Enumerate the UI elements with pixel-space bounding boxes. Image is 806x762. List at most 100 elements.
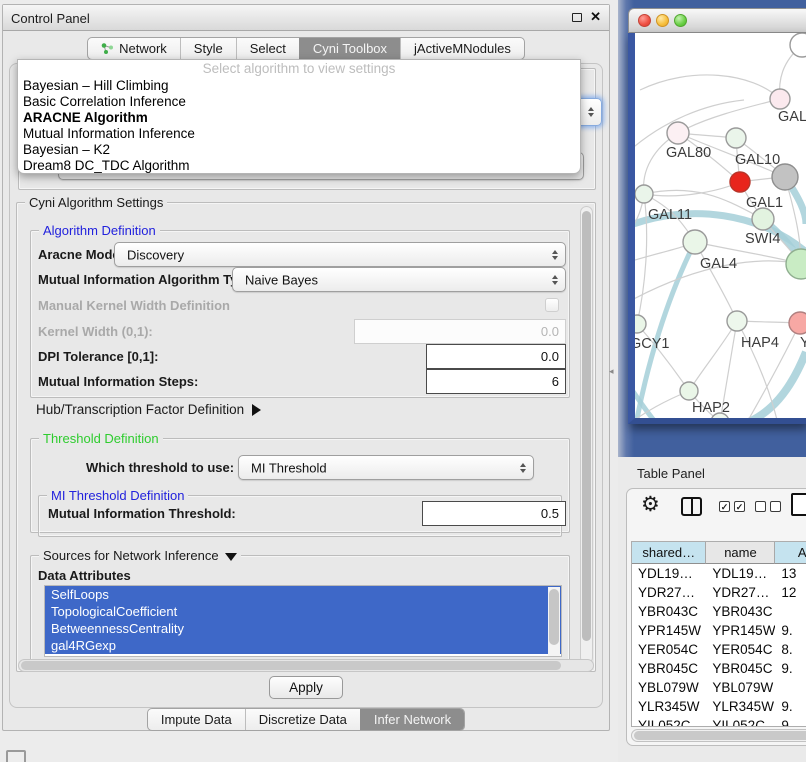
- gray-edge[interactable]: [644, 182, 740, 196]
- kernel-width-field[interactable]: 0.0: [354, 319, 566, 344]
- table-row[interactable]: YER054CYER054C8.: [632, 640, 806, 659]
- hub-expander[interactable]: Hub/Transcription Factor Definition: [36, 403, 261, 417]
- network-node[interactable]: [790, 33, 806, 57]
- column-header-a[interactable]: A: [775, 542, 806, 564]
- node-label-gal11: GAL11: [648, 207, 692, 223]
- tab-impute-data[interactable]: Impute Data: [148, 709, 245, 730]
- table-cell: YPR145W: [706, 621, 775, 640]
- tab-infer-network[interactable]: Infer Network: [360, 709, 464, 730]
- deselect-all-icon[interactable]: [755, 501, 781, 512]
- tab-style[interactable]: Style: [180, 38, 236, 59]
- algorithm-option-mutual-information-inference[interactable]: Mutual Information Inference: [18, 126, 580, 142]
- algorithm-option-dream8-dc-tdc-algorithm[interactable]: Dream8 DC_TDC Algorithm: [18, 158, 580, 174]
- algorithm-option-bayesian-hill-climbing[interactable]: Bayesian – Hill Climbing: [18, 78, 580, 94]
- network-window-titlebar[interactable]: [628, 8, 806, 33]
- mac-zoom-button[interactable]: [674, 14, 687, 27]
- tab-network[interactable]: Network: [88, 38, 180, 59]
- aracne-mode-combo[interactable]: Discovery: [114, 242, 566, 267]
- attribute-item-betweennesscentrality[interactable]: BetweennessCentrality: [45, 620, 561, 637]
- network-node[interactable]: [726, 128, 746, 148]
- table-cell: 8.: [775, 640, 806, 659]
- table-horizontal-scrollbar[interactable]: [631, 729, 806, 742]
- network-node[interactable]: [786, 249, 806, 279]
- which-threshold-value: MI Threshold: [251, 460, 327, 475]
- float-window-icon[interactable]: [572, 13, 582, 22]
- mac-minimize-button[interactable]: [656, 14, 669, 27]
- network-node[interactable]: [730, 172, 750, 192]
- dpi-tolerance-label: DPI Tolerance [0,1]:: [38, 350, 158, 364]
- tab-cyni-toolbox[interactable]: Cyni Toolbox: [299, 38, 400, 59]
- settings-vertical-scrollbar[interactable]: [580, 206, 593, 664]
- table-cell: YBR043C: [706, 602, 775, 621]
- table-row[interactable]: YIL052CYIL052C9.: [632, 716, 806, 727]
- manual-kernel-checkbox[interactable]: [545, 298, 559, 312]
- select-all-icon[interactable]: ✓✓: [719, 501, 745, 512]
- attribute-item-gal4rgexp[interactable]: gal4RGexp: [45, 637, 561, 654]
- network-node[interactable]: [680, 382, 698, 400]
- table-row[interactable]: YBR045CYBR045C9.: [632, 659, 806, 678]
- mac-close-button[interactable]: [638, 14, 651, 27]
- algorithm-option-bayesian-k2[interactable]: Bayesian – K2: [18, 142, 580, 158]
- teal-edge[interactable]: [744, 352, 806, 418]
- column-header-name[interactable]: name: [706, 542, 775, 564]
- document-icon[interactable]: [791, 493, 806, 516]
- which-threshold-combo[interactable]: MI Threshold: [238, 455, 534, 480]
- table-cell: YBR045C: [632, 659, 706, 678]
- network-node[interactable]: [667, 122, 689, 144]
- algorithm-option-aracne-algorithm[interactable]: ARACNE Algorithm: [18, 110, 580, 126]
- algorithm-option-basic-correlation-inference[interactable]: Basic Correlation Inference: [18, 94, 580, 110]
- tab-select[interactable]: Select: [236, 38, 299, 59]
- list-scrollbar[interactable]: [548, 587, 560, 657]
- popup-items: Bayesian – Hill ClimbingBasic Correlatio…: [18, 78, 580, 174]
- panel-splitter[interactable]: [610, 0, 618, 762]
- network-graph[interactable]: GALGAL80GAL10GAL1GAL11SWI4GAL4GCY1HAP4YH…: [635, 33, 806, 418]
- network-node[interactable]: [727, 311, 747, 331]
- table-row[interactable]: YPR145WYPR145W9.: [632, 621, 806, 640]
- network-node[interactable]: [789, 312, 806, 334]
- network-node[interactable]: [752, 208, 774, 230]
- threshold-definition-title: Threshold Definition: [39, 431, 163, 446]
- combo-stepper-icon: [588, 107, 594, 117]
- table-scrollbar-thumb[interactable]: [634, 731, 806, 740]
- gray-edge[interactable]: [640, 75, 780, 99]
- column-header-shared-[interactable]: shared…: [632, 542, 706, 564]
- tab-discretize-data[interactable]: Discretize Data: [245, 709, 360, 730]
- mi-threshold-group-title: MI Threshold Definition: [47, 488, 188, 503]
- sources-title[interactable]: Sources for Network Inference: [39, 548, 241, 563]
- close-icon[interactable]: ✕: [590, 9, 601, 25]
- minimized-panel-icon[interactable]: [6, 750, 26, 762]
- horizontal-scrollbar-thumb[interactable]: [21, 661, 561, 670]
- control-panel-titlebar: Control Panel ✕: [3, 5, 609, 31]
- apply-button[interactable]: Apply: [269, 676, 343, 699]
- table-row[interactable]: YBL079WYBL079W: [632, 678, 806, 697]
- vertical-scrollbar-thumb[interactable]: [582, 211, 591, 641]
- network-node[interactable]: [635, 315, 646, 333]
- dpi-tolerance-field[interactable]: 0.0: [426, 344, 566, 369]
- gray-edge[interactable]: [695, 242, 737, 321]
- mi-type-combo[interactable]: Naive Bayes: [232, 267, 566, 292]
- table-row[interactable]: YDL19…YDL19…13: [632, 564, 806, 583]
- gray-edge[interactable]: [689, 321, 737, 391]
- splitter-arrow-icon[interactable]: ◂: [609, 366, 614, 377]
- list-scrollbar-thumb[interactable]: [549, 589, 559, 645]
- mi-threshold-field[interactable]: 0.5: [422, 501, 566, 526]
- network-view-canvas[interactable]: GALGAL80GAL10GAL1GAL11SWI4GAL4GCY1HAP4YH…: [628, 33, 806, 424]
- table-panel-body: ⚙ ✓✓ shared…nameA YDL19…YDL19…13YDR27…YD…: [626, 488, 806, 746]
- settings-horizontal-scrollbar[interactable]: [18, 659, 594, 672]
- gear-icon[interactable]: ⚙: [641, 493, 660, 517]
- table-row[interactable]: YBR043CYBR043C: [632, 602, 806, 621]
- mi-steps-field[interactable]: 6: [426, 369, 566, 394]
- table-row[interactable]: YDR27…YDR27…12: [632, 583, 806, 602]
- attribute-item-selfloops[interactable]: SelfLoops: [45, 586, 561, 603]
- network-node[interactable]: [770, 89, 790, 109]
- network-node[interactable]: [683, 230, 707, 254]
- tab-jactivemnodules[interactable]: jActiveMNodules: [400, 38, 524, 59]
- node-label-gal10: GAL10: [735, 152, 780, 168]
- attribute-item-topologicalcoefficient[interactable]: TopologicalCoefficient: [45, 603, 561, 620]
- table-row[interactable]: YLR345WYLR345W9.: [632, 697, 806, 716]
- gray-edge[interactable]: [678, 99, 780, 133]
- columns-icon[interactable]: [681, 497, 702, 516]
- network-node[interactable]: [635, 185, 653, 203]
- table-cell: YBL079W: [706, 678, 775, 697]
- data-attributes-list[interactable]: SelfLoopsTopologicalCoefficientBetweenne…: [44, 585, 562, 657]
